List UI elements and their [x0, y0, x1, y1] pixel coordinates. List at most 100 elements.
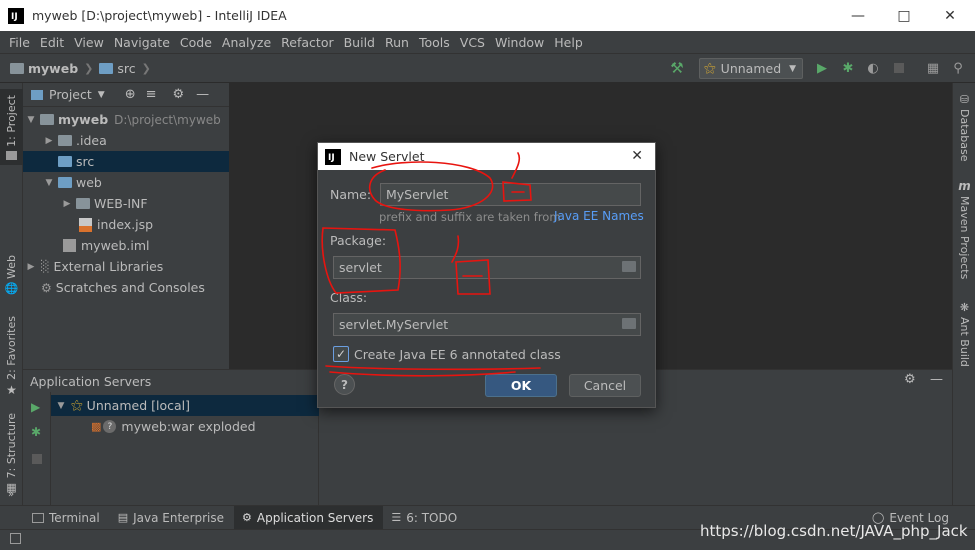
ok-button[interactable]: OK [485, 374, 557, 397]
server-item[interactable]: ▼ ⚝ Unnamed [local] [51, 395, 319, 416]
breadcrumb-project[interactable]: myweb [10, 61, 78, 76]
build-hammer-icon[interactable]: ⚒ [669, 59, 685, 77]
tab-terminal-label: Terminal [49, 510, 100, 525]
expanded-arrow-icon: ▼ [57, 400, 65, 411]
stop-icon[interactable] [891, 60, 907, 76]
menu-edit[interactable]: Edit [35, 35, 69, 50]
hide-panel-icon[interactable]: — [196, 87, 209, 102]
gear-icon[interactable]: ⚙ [173, 87, 185, 102]
globe-icon: 🌐 [4, 281, 19, 295]
more-tabs-icon[interactable]: » [8, 489, 14, 500]
module-folder-icon [40, 114, 54, 125]
package-input-value: servlet [339, 260, 382, 275]
chevron-down-icon: ▼ [789, 63, 796, 74]
tree-item-web[interactable]: ▼ web [23, 172, 229, 193]
hide-panel-icon[interactable]: — [930, 372, 943, 387]
chevron-down-icon[interactable]: ▼ [98, 90, 105, 100]
tab-terminal[interactable]: Terminal [24, 506, 110, 530]
tree-item-external-libraries[interactable]: ▶ ░ External Libraries [23, 256, 229, 277]
locate-icon[interactable]: ⊕ [125, 87, 136, 102]
close-window-button[interactable]: ✕ [927, 0, 973, 31]
name-hint: prefix and suffix are taken from [379, 210, 561, 224]
run-server-icon[interactable]: ▶ [31, 400, 40, 414]
unknown-status-icon: ? [103, 420, 117, 433]
run-configuration-select[interactable]: ⚝ Unnamed ▼ [699, 58, 803, 79]
breadcrumb-separator-icon: ❯ [84, 61, 94, 75]
tree-item-label: Scratches and Consoles [55, 280, 205, 295]
coverage-icon[interactable]: ◐ [865, 60, 881, 76]
tab-database[interactable]: ⛁ Database [953, 93, 975, 162]
expanded-arrow-icon: ▼ [45, 177, 53, 188]
star-icon: ★ [6, 382, 17, 397]
tab-ant[interactable]: ❋ Ant Build [953, 301, 975, 367]
database-icon: ⛁ [959, 93, 970, 106]
tree-item-myweb-iml[interactable]: myweb.iml [23, 235, 229, 256]
tree-item-label: src [76, 154, 95, 169]
tree-item-myweb[interactable]: ▼ myweb D:\project\myweb [23, 109, 229, 130]
menu-window[interactable]: Window [490, 35, 549, 50]
tab-structure[interactable]: 7: Structure ▦ [0, 413, 23, 494]
class-input[interactable]: servlet.MyServlet [333, 313, 641, 336]
menu-vcs[interactable]: VCS [455, 35, 490, 50]
search-icon[interactable]: ⚲ [950, 60, 966, 76]
stop-server-icon[interactable] [32, 454, 42, 464]
toggle-tool-windows-icon[interactable] [10, 533, 21, 544]
tree-item-label: myweb [58, 112, 109, 127]
tab-application-servers[interactable]: ⚙ Application Servers [234, 505, 384, 530]
menu-navigate[interactable]: Navigate [109, 35, 175, 50]
breadcrumb-src-label: src [117, 60, 136, 76]
minimize-button[interactable]: — [835, 0, 881, 31]
tab-java-enterprise[interactable]: ▤ Java Enterprise [110, 506, 234, 530]
tab-project[interactable]: 1: Project [0, 89, 23, 165]
tab-favorites[interactable]: 2: Favorites ★ [0, 316, 23, 397]
class-label: Class: [330, 290, 368, 305]
run-icon[interactable]: ▶ [814, 60, 830, 76]
browse-folder-icon[interactable] [622, 318, 636, 329]
tab-maven[interactable]: m Maven Projects [953, 179, 975, 279]
jsp-file-icon [79, 217, 92, 232]
gear-icon[interactable]: ⚙ [904, 372, 916, 387]
java-ee-names-link[interactable]: Java EE Names [554, 209, 644, 223]
dialog-title-bar: IJ New Servlet ✕ [318, 143, 655, 170]
breadcrumb-src[interactable]: src [99, 60, 136, 76]
name-input[interactable]: MyServlet [380, 183, 641, 206]
debug-icon[interactable]: ✱ [840, 60, 856, 76]
tree-item-src[interactable]: src [23, 151, 229, 172]
collapse-all-icon[interactable]: ≡ [146, 87, 157, 102]
run-configuration-label: Unnamed [720, 61, 782, 76]
cancel-button[interactable]: Cancel [569, 374, 641, 397]
menu-run[interactable]: Run [380, 35, 414, 50]
artifact-item[interactable]: ▩ ? myweb:war exploded [51, 416, 319, 437]
debug-server-icon[interactable]: ✱ [31, 425, 41, 439]
libraries-icon: ░ [41, 260, 50, 273]
menu-code[interactable]: Code [175, 35, 217, 50]
help-button[interactable]: ? [334, 374, 355, 395]
project-folder-icon [10, 62, 24, 74]
left-tool-stripe: 1: Project Web 🌐 2: Favorites ★ 7: Struc… [0, 83, 23, 505]
menu-refactor[interactable]: Refactor [276, 35, 338, 50]
menu-file[interactable]: File [4, 35, 35, 50]
intellij-logo-icon: IJ [325, 148, 341, 165]
tree-item-label: web [76, 175, 102, 190]
menu-tools[interactable]: Tools [414, 35, 455, 50]
todo-list-icon: ☰ [391, 511, 402, 524]
tree-item-web-inf[interactable]: ▶ WEB-INF [23, 193, 229, 214]
tree-item-index-jsp[interactable]: index.jsp [23, 214, 229, 235]
project-view-select[interactable]: Project [49, 87, 92, 102]
tab-todo[interactable]: ☰ 6: TODO [383, 506, 467, 530]
annotated-class-checkbox[interactable]: ✓ [333, 346, 349, 362]
maximize-button[interactable]: □ [881, 0, 927, 31]
tree-item-idea[interactable]: ▶ .idea [23, 130, 229, 151]
tab-web[interactable]: Web 🌐 [0, 255, 23, 295]
new-servlet-dialog: IJ New Servlet ✕ Name: MyServlet prefix … [317, 142, 656, 408]
menu-help[interactable]: Help [549, 35, 588, 50]
menu-build[interactable]: Build [339, 35, 380, 50]
project-structure-icon[interactable]: ▦ [925, 60, 941, 76]
tree-item-scratches[interactable]: ⚙ Scratches and Consoles [23, 277, 229, 298]
menu-analyze[interactable]: Analyze [217, 35, 276, 50]
menu-view[interactable]: View [69, 35, 109, 50]
package-input[interactable]: servlet [333, 256, 641, 279]
browse-folder-icon[interactable] [622, 261, 636, 272]
tab-project-label: 1: Project [5, 95, 18, 147]
close-icon[interactable]: ✕ [631, 148, 643, 164]
